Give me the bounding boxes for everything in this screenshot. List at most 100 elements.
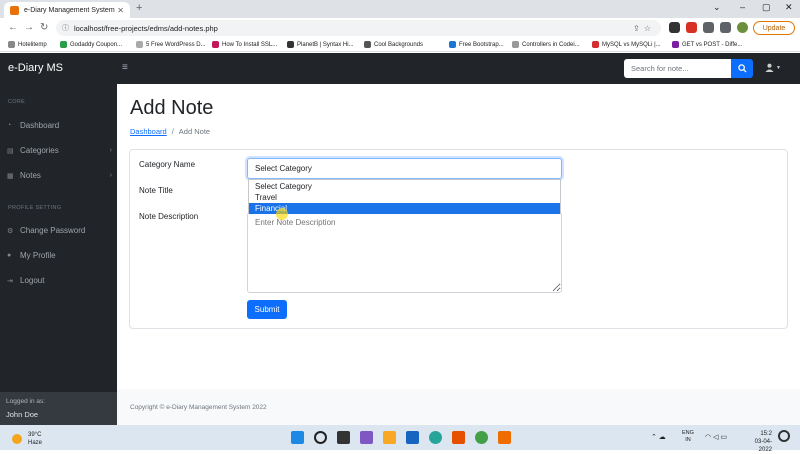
note-title-label: Note Title [139, 186, 173, 195]
sun-icon [12, 434, 22, 444]
back-arrow-icon[interactable]: ← [8, 22, 18, 33]
chevron-right-icon: › [109, 172, 112, 179]
sidebar-heading-profile: PROFILE SETTING [8, 205, 62, 211]
bookmark-icon [592, 41, 599, 48]
bookmark-item[interactable]: Hotelitemp [8, 41, 47, 48]
page-title: Add Note [130, 97, 214, 119]
edge-icon[interactable] [429, 431, 442, 444]
sidebar-item-my-profile[interactable]: ● My Profile [7, 251, 112, 260]
bookmark-item[interactable]: How To Install SSL... [212, 41, 277, 48]
close-window-button[interactable]: ✕ [785, 2, 793, 13]
gear-icon: ⚙ [7, 227, 14, 235]
bookmark-icon [287, 41, 294, 48]
search-icon [737, 64, 747, 73]
bookmark-item[interactable]: Controllers in Codei... [512, 41, 580, 48]
profile-avatar-icon[interactable] [737, 22, 748, 33]
forward-arrow-icon[interactable]: → [24, 22, 34, 33]
page-footer: Copyright © e-Diary Management System 20… [117, 389, 800, 425]
category-option-select[interactable]: Select Category [249, 181, 560, 192]
reload-icon[interactable]: ↻ [40, 22, 48, 33]
file-explorer-icon[interactable] [383, 431, 396, 444]
brand-name[interactable]: e-Diary MS [8, 62, 63, 74]
category-option-financial[interactable]: Financial [249, 203, 560, 214]
copyright-text: Copyright © e-Diary Management System 20… [130, 404, 267, 411]
chat-icon[interactable] [360, 431, 373, 444]
info-icon[interactable]: ⓘ [62, 23, 69, 33]
breadcrumb: Dashboard / Add Note [130, 127, 210, 136]
sidebar-footer: Logged in as: John Doe [0, 392, 117, 425]
network-volume-battery-icons[interactable]: ◠ ◁ ▭ [705, 433, 727, 441]
category-dropdown-list: Select Category Travel Financial [248, 179, 561, 214]
browser-tab[interactable]: e-Diary Management System ✕ [4, 2, 130, 18]
bookmark-item[interactable]: MySQL vs MySQLi |... [592, 41, 661, 48]
mouse-cursor-highlight [276, 208, 288, 220]
tab-search-icon[interactable]: ⌄ [713, 2, 721, 13]
submit-button[interactable]: Submit [247, 300, 287, 319]
store-icon[interactable] [406, 431, 419, 444]
os-taskbar: 39°C Haze ⌃ ☁ ENG IN ◠ ◁ ▭ 15:2 03-04-20… [0, 425, 800, 453]
user-menu[interactable]: ▼ [765, 63, 781, 72]
windows-start-icon[interactable] [291, 431, 304, 444]
category-name-label: Category Name [139, 160, 196, 169]
columns-icon: ▤ [7, 147, 14, 155]
search-icon[interactable] [314, 431, 327, 444]
close-tab-icon[interactable]: ✕ [117, 6, 124, 15]
user-icon [765, 63, 774, 72]
new-tab-button[interactable]: + [136, 2, 142, 14]
notification-icon[interactable] [778, 430, 790, 442]
sidebar-heading-core: CORE [8, 99, 26, 105]
breadcrumb-dashboard-link[interactable]: Dashboard [130, 127, 167, 136]
sidebar-item-categories[interactable]: ▤ Categories › [7, 146, 112, 155]
sidebar-item-logout[interactable]: ⇥ Logout [7, 276, 112, 285]
logged-in-user: John Doe [6, 410, 39, 419]
puzzle-icon[interactable] [720, 22, 731, 33]
bookmark-item[interactable]: Godaddy Coupon... [60, 41, 122, 48]
sidebar-item-notes[interactable]: ▦ Notes › [7, 171, 112, 180]
tab-title: e-Diary Management System [24, 6, 115, 14]
bookmark-item[interactable]: Free Bootstrap... [449, 41, 504, 48]
site-favicon-icon [10, 5, 19, 15]
sublime-icon[interactable] [452, 431, 465, 444]
bookmark-icon [60, 41, 67, 48]
browser-tab-bar: e-Diary Management System ✕ + ⌄ – ▢ ✕ [0, 0, 800, 18]
note-description-field[interactable] [247, 212, 562, 293]
weather-widget[interactable]: 39°C Haze [12, 431, 42, 447]
extension-f-icon[interactable] [669, 22, 680, 33]
bookmark-item[interactable]: PlanetB | Syntax Hi... [287, 41, 354, 48]
address-bar-row: ← → ↻ ⓘ localhost/free-projects/edms/add… [0, 18, 800, 38]
bookmark-icon [8, 41, 15, 48]
xampp-icon[interactable] [498, 431, 511, 444]
bookmark-item[interactable]: 5 Free WordPress D... [136, 41, 206, 48]
extension-new-icon[interactable] [686, 22, 697, 33]
category-select[interactable]: Select Category [247, 158, 562, 179]
chevron-down-icon: ▼ [776, 64, 781, 71]
system-tray-chevron-icon[interactable]: ⌃ ☁ [651, 433, 666, 441]
sidebar-item-change-password[interactable]: ⚙ Change Password [7, 226, 112, 235]
category-option-travel[interactable]: Travel [249, 192, 560, 203]
search-button[interactable] [731, 59, 753, 78]
note-description-label: Note Description [139, 212, 199, 221]
logged-in-label: Logged in as: [6, 398, 46, 405]
extension-icon[interactable] [703, 22, 714, 33]
maximize-button[interactable]: ▢ [762, 2, 771, 13]
update-button[interactable]: Update [753, 21, 795, 35]
temperature: 39°C [28, 432, 42, 438]
sidebar-item-dashboard[interactable]: ◔ Dashboard [7, 121, 112, 130]
share-star-icons[interactable]: ⇪☆ [633, 24, 661, 33]
logout-icon: ⇥ [7, 277, 13, 285]
minimize-button[interactable]: – [740, 2, 745, 12]
hamburger-menu-icon[interactable]: ≡ [122, 62, 128, 73]
task-view-icon[interactable] [337, 431, 350, 444]
clock[interactable]: 15:2 03-04-2022 [742, 430, 772, 454]
url-field[interactable]: ⓘ localhost/free-projects/edms/add-notes… [56, 20, 661, 36]
bookmark-item[interactable]: Cool Backgrounds [364, 41, 423, 48]
language-indicator[interactable]: ENG IN [682, 430, 694, 444]
chevron-right-icon: › [109, 147, 112, 154]
bookmark-item[interactable]: GET vs POST - Diffe... [672, 41, 742, 48]
bookmark-icon [672, 41, 679, 48]
search-input[interactable] [624, 59, 731, 78]
user-icon: ● [7, 252, 12, 259]
chrome-icon[interactable] [475, 431, 488, 444]
bookmark-icon [512, 41, 519, 48]
bookmarks-bar: Hotelitemp Godaddy Coupon... 5 Free Word… [0, 38, 800, 52]
